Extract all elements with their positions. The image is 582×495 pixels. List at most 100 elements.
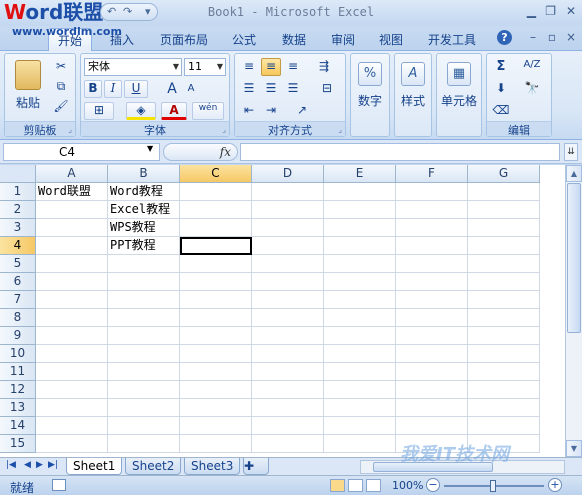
borders-button[interactable]: ⊞ xyxy=(84,102,114,120)
chevron-down-icon[interactable]: ▼ xyxy=(147,144,153,153)
cell-d11[interactable] xyxy=(252,363,324,381)
cell-c15[interactable] xyxy=(180,435,252,453)
cell-d3[interactable] xyxy=(252,219,324,237)
row-header-14[interactable]: 14 xyxy=(0,417,36,435)
align-left-icon[interactable]: ☰ xyxy=(239,80,259,98)
page-layout-view-icon[interactable] xyxy=(348,479,363,492)
number-format-button[interactable]: % 数字 xyxy=(353,58,387,118)
cell-e15[interactable] xyxy=(324,435,396,453)
cell-b15[interactable] xyxy=(108,435,180,453)
clear-icon[interactable]: ⌫ xyxy=(489,102,513,120)
sheet-tab-sheet2[interactable]: Sheet2 xyxy=(125,458,182,475)
cell-g11[interactable] xyxy=(468,363,540,381)
row-header-4[interactable]: 4 xyxy=(0,237,36,255)
cell-g4[interactable] xyxy=(468,237,540,255)
cell-b4[interactable]: PPT教程 xyxy=(108,237,180,255)
cell-e4[interactable] xyxy=(324,237,396,255)
row-header-12[interactable]: 12 xyxy=(0,381,36,399)
select-all-button[interactable] xyxy=(0,165,36,183)
sort-filter-icon[interactable]: A/Z xyxy=(517,58,547,76)
cell-b9[interactable] xyxy=(108,327,180,345)
cell-e11[interactable] xyxy=(324,363,396,381)
cell-b14[interactable] xyxy=(108,417,180,435)
tab-developer[interactable]: 开发工具 xyxy=(428,31,476,48)
column-header-e[interactable]: E xyxy=(324,165,396,183)
scroll-down-icon[interactable]: ▼ xyxy=(566,440,582,457)
cell-c11[interactable] xyxy=(180,363,252,381)
bold-button[interactable]: B xyxy=(84,80,102,98)
tab-formulas[interactable]: 公式 xyxy=(232,31,256,48)
grow-font-button[interactable]: A xyxy=(163,80,181,98)
cell-g3[interactable] xyxy=(468,219,540,237)
tab-data[interactable]: 数据 xyxy=(282,31,306,48)
macro-record-icon[interactable] xyxy=(52,479,66,491)
cell-g12[interactable] xyxy=(468,381,540,399)
phonetic-button[interactable]: wén xyxy=(192,102,224,120)
align-right-icon[interactable]: ☰ xyxy=(283,80,303,98)
cell-d4[interactable] xyxy=(252,237,324,255)
cell-b2[interactable]: Excel教程 xyxy=(108,201,180,219)
find-select-icon[interactable]: 🔭 xyxy=(517,80,547,98)
cell-c6[interactable] xyxy=(180,273,252,291)
styles-button[interactable]: A 样式 xyxy=(397,58,429,118)
cell-a5[interactable] xyxy=(36,255,108,273)
row-header-10[interactable]: 10 xyxy=(0,345,36,363)
close-button[interactable]: ✕ xyxy=(566,4,576,18)
cell-f3[interactable] xyxy=(396,219,468,237)
row-header-9[interactable]: 9 xyxy=(0,327,36,345)
horizontal-scroll-thumb[interactable] xyxy=(373,462,493,472)
cell-e7[interactable] xyxy=(324,291,396,309)
minimize-button[interactable]: ▁ xyxy=(527,4,536,18)
row-header-2[interactable]: 2 xyxy=(0,201,36,219)
row-header-6[interactable]: 6 xyxy=(0,273,36,291)
align-center-icon[interactable]: ☰ xyxy=(261,80,281,98)
cell-c2[interactable] xyxy=(180,201,252,219)
cell-d8[interactable] xyxy=(252,309,324,327)
cell-a8[interactable] xyxy=(36,309,108,327)
first-sheet-icon[interactable]: |◀ xyxy=(6,460,16,470)
clipboard-dialog-launcher-icon[interactable]: ⌟ xyxy=(68,125,72,134)
font-color-button[interactable]: A xyxy=(161,102,187,120)
last-sheet-icon[interactable]: ▶| xyxy=(48,460,58,470)
cell-e3[interactable] xyxy=(324,219,396,237)
zoom-level[interactable]: 100% xyxy=(392,479,423,492)
cell-d13[interactable] xyxy=(252,399,324,417)
cell-e9[interactable] xyxy=(324,327,396,345)
cell-c10[interactable] xyxy=(180,345,252,363)
column-header-d[interactable]: D xyxy=(252,165,324,183)
doc-close-button[interactable]: × xyxy=(566,30,576,44)
cell-a14[interactable] xyxy=(36,417,108,435)
paste-button[interactable]: 粘贴 xyxy=(8,56,48,118)
cell-d6[interactable] xyxy=(252,273,324,291)
cell-a12[interactable] xyxy=(36,381,108,399)
font-size-combo[interactable]: 11 ▼ xyxy=(184,58,226,76)
cell-e10[interactable] xyxy=(324,345,396,363)
row-header-11[interactable]: 11 xyxy=(0,363,36,381)
cell-b5[interactable] xyxy=(108,255,180,273)
cell-a7[interactable] xyxy=(36,291,108,309)
align-top-icon[interactable]: ≡ xyxy=(239,58,259,76)
tab-view[interactable]: 视图 xyxy=(379,31,403,48)
zoom-slider-thumb[interactable] xyxy=(490,480,496,492)
fill-color-button[interactable]: ◈ xyxy=(126,102,156,120)
cell-f13[interactable] xyxy=(396,399,468,417)
cell-g6[interactable] xyxy=(468,273,540,291)
format-painter-icon[interactable]: 🖌 xyxy=(51,98,71,116)
cell-b11[interactable] xyxy=(108,363,180,381)
cell-c7[interactable] xyxy=(180,291,252,309)
doc-minimize-button[interactable]: – xyxy=(530,30,536,44)
cell-b7[interactable] xyxy=(108,291,180,309)
column-header-c[interactable]: C xyxy=(180,165,252,183)
column-header-f[interactable]: F xyxy=(396,165,468,183)
normal-view-icon[interactable] xyxy=(330,479,345,492)
worksheet-grid[interactable]: A B C D E F G 1 Word联盟 Word教程 2 Excel教程 3 WPS教程 4 PPT教程… xyxy=(0,165,565,457)
row-header-8[interactable]: 8 xyxy=(0,309,36,327)
zoom-out-icon[interactable]: − xyxy=(426,478,440,492)
cell-c13[interactable] xyxy=(180,399,252,417)
row-header-13[interactable]: 13 xyxy=(0,399,36,417)
row-header-7[interactable]: 7 xyxy=(0,291,36,309)
cell-f9[interactable] xyxy=(396,327,468,345)
cell-d15[interactable] xyxy=(252,435,324,453)
cells-button[interactable]: ▦ 单元格 xyxy=(439,58,479,118)
row-header-1[interactable]: 1 xyxy=(0,183,36,201)
